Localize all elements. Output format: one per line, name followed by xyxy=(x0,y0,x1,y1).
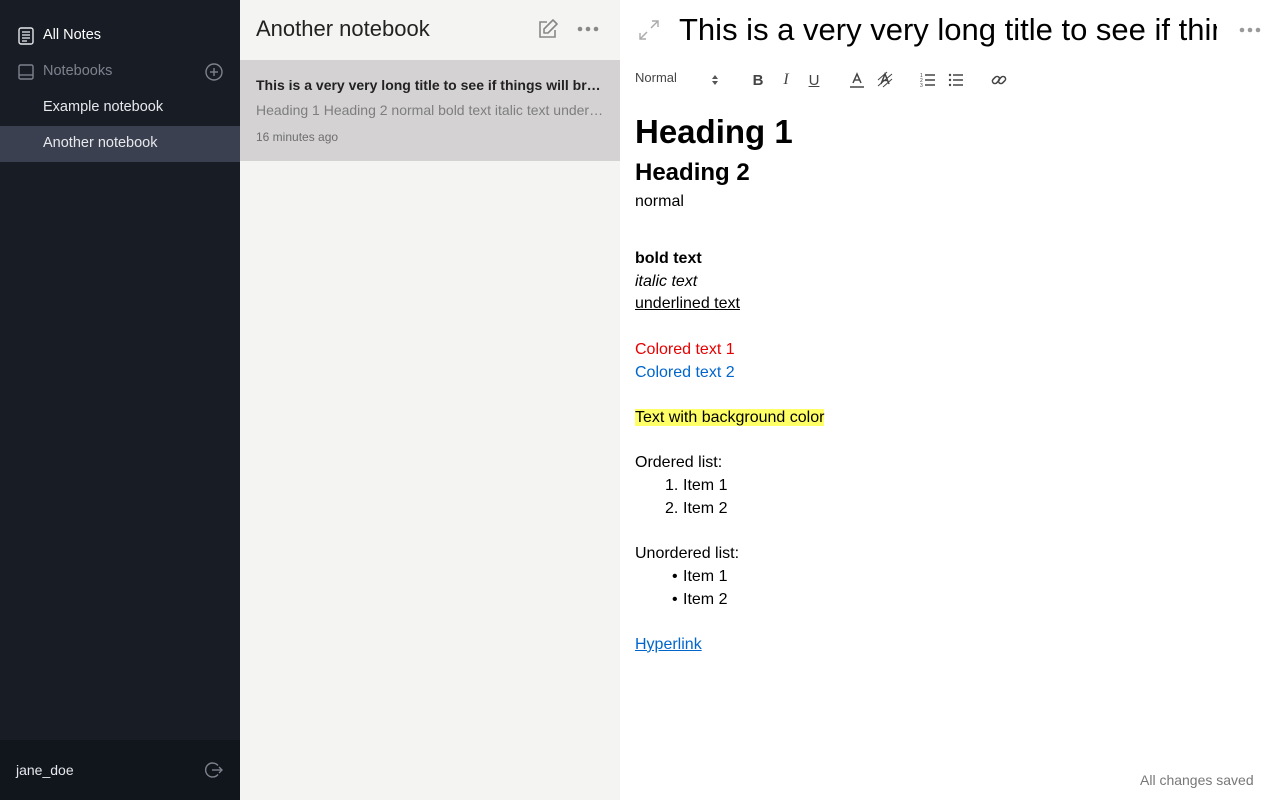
sidebar-item-label: Another notebook xyxy=(43,135,158,151)
sidebar: All Notes Notebooks Example notebook Ano… xyxy=(0,0,240,800)
notes-icon xyxy=(18,27,34,45)
note-editor: This is a very very long title to see if… xyxy=(620,0,1280,800)
sidebar-item-all-notes[interactable]: All Notes xyxy=(0,17,240,53)
more-options-icon[interactable] xyxy=(575,17,601,41)
format-select[interactable]: Normal xyxy=(635,70,725,90)
text-color-button[interactable] xyxy=(845,68,869,92)
notebook-icon xyxy=(18,64,34,80)
ordered-list-marker: 2. xyxy=(665,500,679,517)
sidebar-item-label: Example notebook xyxy=(43,99,164,115)
note-list-panel: Another notebook This is a very very lon… xyxy=(240,0,620,800)
background-color-button[interactable] xyxy=(873,68,897,92)
sidebar-footer: jane_doe xyxy=(0,740,240,800)
note-list-item[interactable]: This is a very very long title to see if… xyxy=(240,60,620,161)
ordered-list-item: Item 1 xyxy=(683,477,728,494)
underline-button[interactable]: U xyxy=(802,68,826,92)
italic-text: italic text xyxy=(635,273,698,290)
sidebar-section-notebooks[interactable]: Notebooks xyxy=(0,53,240,89)
italic-button[interactable]: I xyxy=(774,68,798,92)
text-color-icon xyxy=(850,72,864,88)
colored-text-blue: Colored text 2 xyxy=(635,364,735,381)
bold-button[interactable]: B xyxy=(746,68,770,92)
colored-text-red: Colored text 1 xyxy=(635,341,735,358)
normal-text: normal xyxy=(635,193,684,210)
note-timestamp: 16 minutes ago xyxy=(256,130,339,144)
heading-1: Heading 1 xyxy=(635,113,793,150)
sidebar-item-another-notebook[interactable]: Another notebook xyxy=(0,126,240,162)
format-select-value: Normal xyxy=(635,70,677,85)
select-arrows-icon xyxy=(712,75,718,85)
hyperlink[interactable]: Hyperlink xyxy=(635,636,702,654)
highlighted-text: Text with background color xyxy=(635,409,825,426)
note-title-input[interactable]: This is a very very long title to see if… xyxy=(679,12,1217,48)
note-title: This is a very very long title to see if… xyxy=(256,77,606,93)
ordered-list-item: Item 2 xyxy=(683,500,728,517)
new-note-icon[interactable] xyxy=(536,17,560,41)
sidebar-item-label: All Notes xyxy=(43,27,102,43)
svg-text:3: 3 xyxy=(920,83,923,89)
unordered-list-icon xyxy=(948,73,963,87)
notebook-title: Another notebook xyxy=(256,16,430,41)
username: jane_doe xyxy=(16,762,74,778)
bold-text: bold text xyxy=(635,250,702,267)
ordered-list-label: Ordered list: xyxy=(635,454,723,471)
background-color-icon xyxy=(877,71,893,88)
unordered-list-button[interactable] xyxy=(944,68,968,92)
add-notebook-icon[interactable] xyxy=(204,62,224,82)
note-preview: Heading 1 Heading 2 normal bold text ita… xyxy=(256,102,606,118)
heading-2: Heading 2 xyxy=(635,159,750,186)
bullet-icon: • xyxy=(672,591,678,608)
unordered-list-label: Unordered list: xyxy=(635,545,740,562)
sidebar-section-label: Notebooks xyxy=(43,63,113,79)
expand-icon[interactable] xyxy=(637,18,661,42)
highlighted-text-line: Text with background color xyxy=(635,409,825,427)
formatting-toolbar: Normal B I U 1 2 3 xyxy=(635,68,1275,92)
bullet-icon: • xyxy=(672,568,678,585)
sidebar-item-example-notebook[interactable]: Example notebook xyxy=(0,89,240,125)
ordered-list-marker: 1. xyxy=(665,477,679,494)
unordered-list-item: Item 2 xyxy=(683,591,728,608)
ordered-list-icon: 1 2 3 xyxy=(920,73,935,89)
ordered-list-button[interactable]: 1 2 3 xyxy=(916,68,940,92)
logout-icon[interactable] xyxy=(204,760,224,780)
save-status: All changes saved xyxy=(1140,772,1254,788)
more-options-icon[interactable] xyxy=(1237,18,1263,42)
link-icon xyxy=(991,75,1007,85)
link-button[interactable] xyxy=(987,68,1011,92)
unordered-list-item: Item 1 xyxy=(683,568,728,585)
underlined-text: underlined text xyxy=(635,295,740,312)
